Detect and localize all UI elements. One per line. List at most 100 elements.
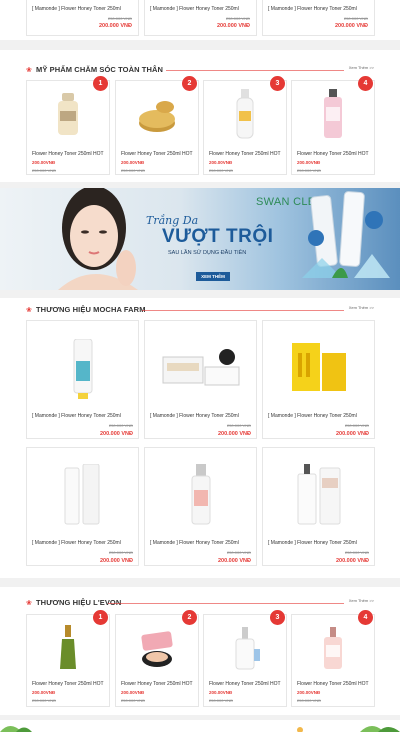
product-image[interactable] [161, 349, 241, 389]
product-name[interactable]: Flower Honey Toner 250ml HOT [32, 681, 106, 687]
product-name[interactable]: Flower Honey Toner 250ml HOT [32, 151, 106, 157]
product-price: 200.000 VNĐ [217, 558, 251, 564]
product-card[interactable]: [ Mamonde ] Flower Honey Toner 250ml 250… [262, 447, 375, 566]
see-more-link[interactable]: Xem Thêm >> [349, 598, 374, 603]
product-name[interactable]: [ Mamonde ] Flower Honey Toner 250ml [150, 6, 253, 12]
product-name[interactable]: [ Mamonde ] Flower Honey Toner 250ml [150, 540, 253, 546]
product-card[interactable]: [ Mamonde ] Flower Honey Toner 250ml 250… [262, 0, 375, 36]
product-name[interactable]: [ Mamonde ] Flower Honey Toner 250ml [268, 6, 371, 12]
section-divider [108, 603, 344, 604]
rank-badge: 4 [358, 76, 373, 91]
promo-banner[interactable]: Trắng Da VƯỢT TRỘI SAU LẦN SỬ DỤNG ĐẦU T… [0, 188, 400, 290]
product-name[interactable]: [ Mamonde ] Flower Honey Toner 250ml [268, 413, 371, 419]
ranked-product-card[interactable]: Flower Honey Toner 250ml HOT 200.00VNĐ 2… [115, 614, 199, 707]
product-old-price: 250.000 VNĐ [108, 550, 133, 555]
product-card[interactable]: [ Mamonde ] Flower Honey Toner 250ml 250… [144, 320, 257, 439]
product-image[interactable] [53, 91, 83, 137]
rank-badge: 4 [358, 610, 373, 625]
ranked-product-card[interactable]: Flower Honey Toner 250ml HOT 200.00VNĐ 2… [26, 80, 110, 175]
flower-icon: ❀ [26, 307, 32, 314]
product-old-price: 250.000 VNĐ [107, 16, 132, 21]
ranked-product-card[interactable]: Flower Honey Toner 250ml HOT 200.00VNĐ 2… [115, 80, 199, 175]
product-card[interactable]: [ Mamonde ] Flower Honey Toner 250ml 250… [26, 320, 139, 439]
product-image[interactable] [288, 343, 350, 393]
mocha-farm-section: ❀ THƯƠNG HIỆU MOCHA FARM Xem Thêm >> [ M… [0, 298, 400, 578]
ranked-product-card[interactable]: Flower Honey Toner 250ml HOT 200.00VNĐ 2… [291, 614, 375, 707]
ranked-product-card[interactable]: Flower Honey Toner 250ml HOT 200.00VNĐ 2… [26, 614, 110, 707]
levon-section: ❀ THƯƠNG HIỆU L'EVON Xem Thêm >> Flower … [0, 587, 400, 715]
ranked-product-card[interactable]: Flower Honey Toner 250ml HOT 200.00VNĐ 2… [291, 80, 375, 175]
product-price: 200.000 VNĐ [335, 431, 369, 437]
product-card[interactable]: [ Mamonde ] Flower Honey Toner 250ml 250… [144, 447, 257, 566]
product-tubes-image [302, 191, 390, 278]
rank-badge: 1 [93, 610, 108, 625]
banner-cta-button[interactable]: XEM THÊM [196, 272, 230, 281]
product-price: 200.00VNĐ [209, 160, 233, 165]
product-name[interactable]: [ Mamonde ] Flower Honey Toner 250ml [150, 413, 253, 419]
product-name[interactable]: Flower Honey Toner 250ml HOT [209, 681, 283, 687]
product-image[interactable] [189, 464, 213, 526]
rank-badge: 2 [182, 610, 197, 625]
product-price: 200.000 VNĐ [217, 431, 251, 437]
product-image[interactable] [140, 629, 174, 669]
product-card[interactable]: [ Mamonde ] Flower Honey Toner 250ml 250… [144, 0, 257, 36]
flower-icon: ❀ [26, 67, 32, 74]
product-image[interactable] [234, 89, 256, 139]
top-product-row: [ Mamonde ] Flower Honey Toner 250ml 250… [0, 0, 400, 40]
see-more-link[interactable]: Xem Thêm >> [349, 65, 374, 70]
product-price: 200.00VNĐ [121, 160, 145, 165]
product-name[interactable]: [ Mamonde ] Flower Honey Toner 250ml [268, 540, 371, 546]
product-card[interactable]: [ Mamonde ] Flower Honey Toner 250ml 250… [26, 447, 139, 566]
product-old-price: 250.000 VNĐ [297, 168, 322, 173]
rank-badge: 3 [270, 76, 285, 91]
section-title: MỸ PHẨM CHĂM SÓC TOÀN THÂN [36, 65, 164, 74]
product-name[interactable]: Flower Honey Toner 250ml HOT [297, 151, 371, 157]
section-header: ❀ MỸ PHẨM CHĂM SÓC TOÀN THÂN Xem Thêm >> [26, 65, 374, 77]
product-old-price: 250.000 VNĐ [225, 16, 250, 21]
product-image[interactable] [70, 339, 96, 401]
product-price: 200.000 VNĐ [334, 23, 368, 29]
product-old-price: 250.000 VNĐ [343, 16, 368, 21]
product-price: 200.00VNĐ [297, 690, 321, 695]
product-name[interactable]: Flower Honey Toner 250ml HOT [297, 681, 371, 687]
product-old-price: 250.000 VNĐ [209, 168, 234, 173]
product-image[interactable] [61, 464, 105, 526]
product-name[interactable]: [ Mamonde ] Flower Honey Toner 250ml [32, 540, 135, 546]
product-price: 200.000 VNĐ [99, 558, 133, 564]
product-name[interactable]: Flower Honey Toner 250ml HOT [209, 151, 283, 157]
product-name[interactable]: [ Mamonde ] Flower Honey Toner 250ml [32, 6, 135, 12]
product-old-price: 250.000 VNĐ [108, 423, 133, 428]
product-old-price: 250.000 VNĐ [209, 698, 234, 703]
section-title: THƯƠNG HIỆU MOCHA FARM [36, 305, 146, 314]
product-price: 200.00VNĐ [297, 160, 321, 165]
product-price: 200.000 VNĐ [335, 558, 369, 564]
rank-badge: 3 [270, 610, 285, 625]
product-old-price: 250.000 VNĐ [297, 698, 322, 703]
product-image[interactable] [135, 95, 179, 135]
product-old-price: 250.000 VNĐ [344, 423, 369, 428]
section-header: ❀ THƯƠNG HIỆU L'EVON Xem Thêm >> [26, 598, 374, 610]
product-card[interactable]: [ Mamonde ] Flower Honey Toner 250ml 250… [26, 0, 139, 36]
banner-headline: VƯỢT TRỘI [162, 226, 274, 247]
product-old-price: 250.000 VNĐ [226, 550, 251, 555]
rank-badge: 2 [182, 76, 197, 91]
section-divider [166, 70, 344, 71]
section-divider [142, 310, 344, 311]
product-name[interactable]: [ Mamonde ] Flower Honey Toner 250ml [32, 413, 135, 419]
product-card[interactable]: [ Mamonde ] Flower Honey Toner 250ml 250… [262, 320, 375, 439]
product-price: 200.000 VNĐ [99, 431, 133, 437]
product-image[interactable] [58, 625, 78, 671]
ranked-product-card[interactable]: Flower Honey Toner 250ml HOT 200.00VNĐ 2… [203, 80, 287, 175]
product-name[interactable]: Flower Honey Toner 250ml HOT [121, 151, 195, 157]
ranked-product-card[interactable]: Flower Honey Toner 250ml HOT 200.00VNĐ 2… [203, 614, 287, 707]
product-image[interactable] [318, 627, 348, 671]
product-image[interactable] [294, 464, 344, 526]
product-name[interactable]: Flower Honey Toner 250ml HOT [121, 681, 195, 687]
section-header: ❀ THƯƠNG HIỆU MOCHA FARM Xem Thêm >> [26, 305, 374, 317]
product-price: 200.00VNĐ [209, 690, 233, 695]
product-image[interactable] [228, 627, 262, 671]
product-old-price: 250.000 VNĐ [226, 423, 251, 428]
product-price: 200.00VNĐ [32, 690, 56, 695]
see-more-link[interactable]: Xem Thêm >> [349, 305, 374, 310]
product-image[interactable] [321, 89, 345, 139]
